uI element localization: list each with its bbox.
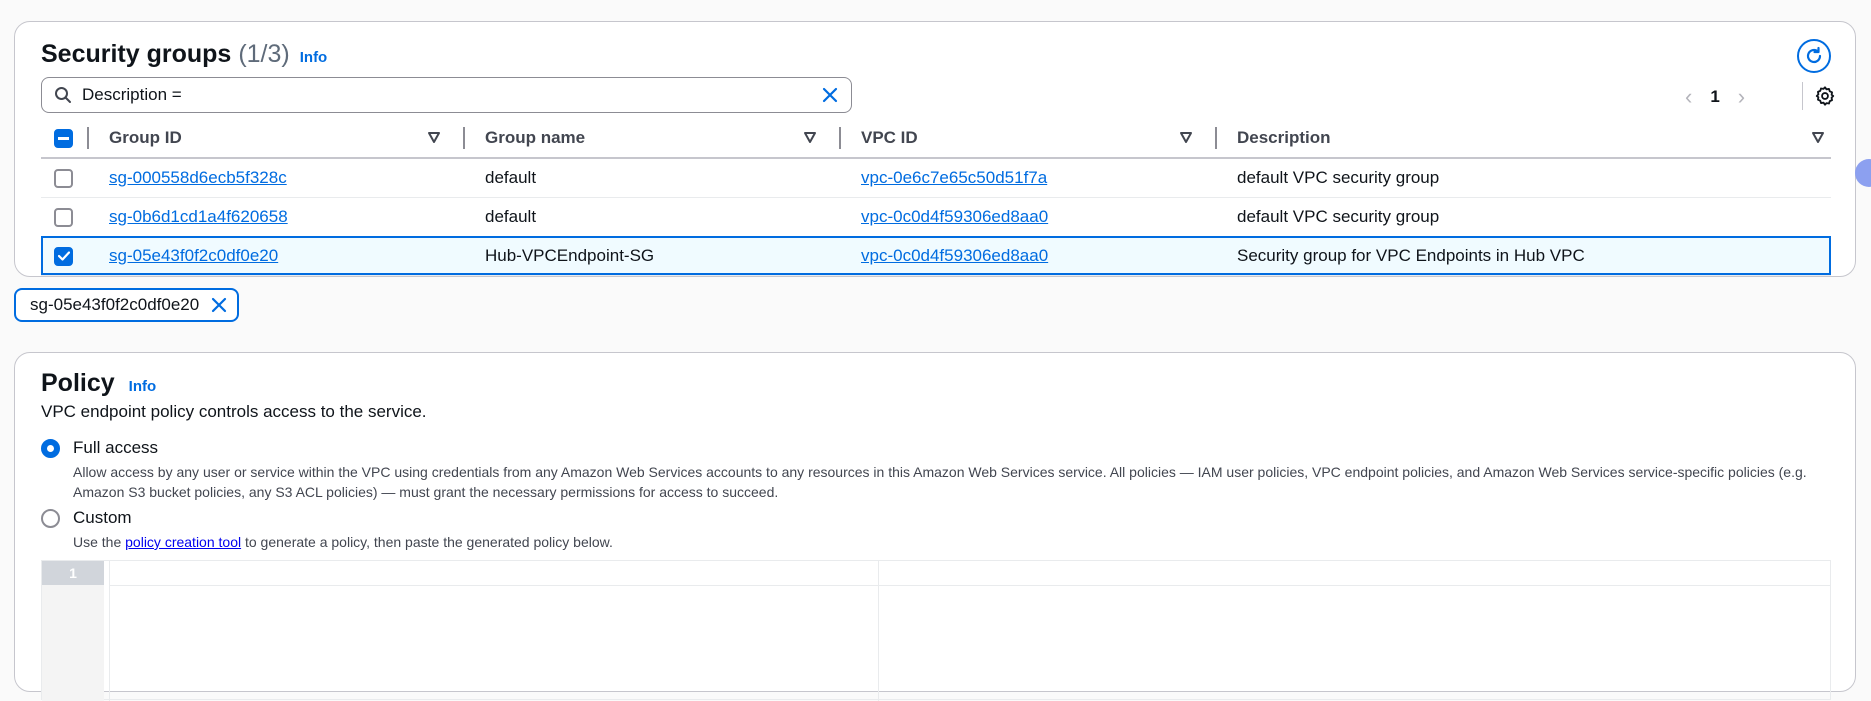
editor-divider	[878, 561, 879, 701]
custom-radio[interactable]	[41, 509, 60, 528]
column-header-group-name[interactable]: Group name	[465, 118, 841, 159]
column-label: Description	[1237, 127, 1331, 147]
full-access-description: Allow access by any user or service with…	[73, 464, 1807, 500]
policy-info-link[interactable]: Info	[129, 378, 157, 395]
security-groups-count: (1/3)	[238, 40, 290, 68]
vpc-id-link[interactable]: vpc-0c0d4f59306ed8aa0	[861, 207, 1048, 226]
security-groups-info-link[interactable]: Info	[300, 49, 328, 66]
search-input[interactable]	[82, 85, 821, 105]
refresh-icon	[1806, 46, 1822, 64]
row-checkbox[interactable]	[54, 207, 73, 227]
policy-description: VPC endpoint policy controls access to t…	[41, 402, 427, 421]
clear-search-button[interactable]	[821, 86, 839, 104]
policy-title: Policy	[41, 369, 115, 397]
column-label: Group name	[485, 127, 586, 147]
custom-option[interactable]: Custom Use the policy creation tool to g…	[41, 508, 1813, 552]
remove-token-button[interactable]	[211, 297, 227, 313]
policy-editor[interactable]: 1	[41, 560, 1831, 701]
sort-icon	[428, 132, 440, 143]
group-id-link[interactable]: sg-000558d6ecb5f328c	[109, 168, 287, 187]
line-number: 1	[42, 561, 104, 585]
next-page-button[interactable]: ›	[1738, 84, 1745, 110]
select-all-cell	[41, 118, 89, 159]
security-groups-title: Security groups	[41, 40, 232, 68]
row-checkbox[interactable]	[54, 246, 73, 266]
policy-header: Policy Info	[41, 369, 156, 398]
column-header-group-id[interactable]: Group ID	[89, 118, 465, 159]
token-label: sg-05e43f0f2c0df0e20	[30, 295, 200, 314]
vpc-id-link[interactable]: vpc-0e6c7e65c50d51f7a	[861, 168, 1047, 187]
policy-panel: Policy Info VPC endpoint policy controls…	[14, 352, 1856, 701]
column-header-description[interactable]: Description	[1217, 118, 1831, 159]
table-row[interactable]: sg-0b6d1cd1a4f620658 default vpc-0c0d4f5…	[41, 197, 1831, 237]
description-cell: Security group for VPC Endpoints in Hub …	[1217, 236, 1831, 276]
selected-security-group-token: sg-05e43f0f2c0df0e20	[14, 288, 240, 322]
checkmark-icon	[57, 251, 70, 261]
table-settings-button[interactable]	[1814, 85, 1836, 112]
custom-desc-suffix: to generate a policy, then paste the gen…	[241, 534, 613, 550]
custom-description: Use the policy creation tool to generate…	[73, 532, 1813, 552]
group-id-link[interactable]: sg-0b6d1cd1a4f620658	[109, 207, 288, 226]
description-cell: default VPC security group	[1217, 197, 1831, 237]
group-id-link[interactable]: sg-05e43f0f2c0df0e20	[109, 246, 278, 265]
table-row-selected[interactable]: sg-05e43f0f2c0df0e20 Hub-VPCEndpoint-SG …	[41, 236, 1831, 276]
security-groups-panel: Security groups (1/3) Info ‹ 1 ›	[14, 21, 1856, 277]
gutter-divider	[109, 561, 110, 701]
group-name-cell: default	[465, 197, 841, 237]
pagination-divider	[1802, 82, 1803, 110]
policy-creation-tool-link[interactable]: policy creation tool	[125, 534, 241, 550]
full-access-radio[interactable]	[41, 439, 60, 458]
full-access-option[interactable]: Full access Allow access by any user or …	[41, 438, 1813, 502]
search-box[interactable]	[41, 77, 852, 113]
custom-desc-prefix: Use the	[73, 534, 126, 550]
indeterminate-icon	[58, 136, 69, 140]
column-label: Group ID	[109, 127, 182, 147]
group-name-cell: Hub-VPCEndpoint-SG	[465, 236, 841, 276]
previous-page-button[interactable]: ‹	[1685, 84, 1692, 110]
close-icon	[822, 87, 838, 103]
custom-label: Custom	[73, 508, 132, 527]
description-cell: default VPC security group	[1217, 158, 1831, 198]
column-label: VPC ID	[861, 127, 918, 147]
refresh-button[interactable]	[1797, 39, 1831, 73]
sort-icon	[1812, 132, 1824, 143]
editor-line[interactable]	[110, 585, 1830, 586]
column-header-vpc-id[interactable]: VPC ID	[841, 118, 1217, 159]
full-access-label: Full access	[73, 438, 159, 457]
group-name-cell: default	[465, 158, 841, 198]
gear-icon	[1815, 86, 1835, 106]
current-page[interactable]: 1	[1710, 87, 1719, 107]
table-header-row: Group ID Group name VPC ID Description	[41, 118, 1831, 159]
sort-icon	[804, 132, 816, 143]
vpc-id-link[interactable]: vpc-0c0d4f59306ed8aa0	[861, 246, 1048, 265]
table-row[interactable]: sg-000558d6ecb5f328c default vpc-0e6c7e6…	[41, 158, 1831, 198]
close-icon	[212, 297, 227, 313]
pagination: ‹ 1 ›	[1685, 84, 1745, 110]
row-checkbox[interactable]	[54, 168, 73, 188]
sort-icon	[1180, 132, 1192, 143]
security-groups-header: Security groups (1/3) Info	[41, 40, 327, 69]
search-icon	[55, 87, 71, 103]
security-groups-table: Group ID Group name VPC ID Description s…	[41, 118, 1831, 276]
translate-badge-icon[interactable]	[1855, 159, 1871, 187]
select-all-checkbox[interactable]	[54, 128, 73, 148]
